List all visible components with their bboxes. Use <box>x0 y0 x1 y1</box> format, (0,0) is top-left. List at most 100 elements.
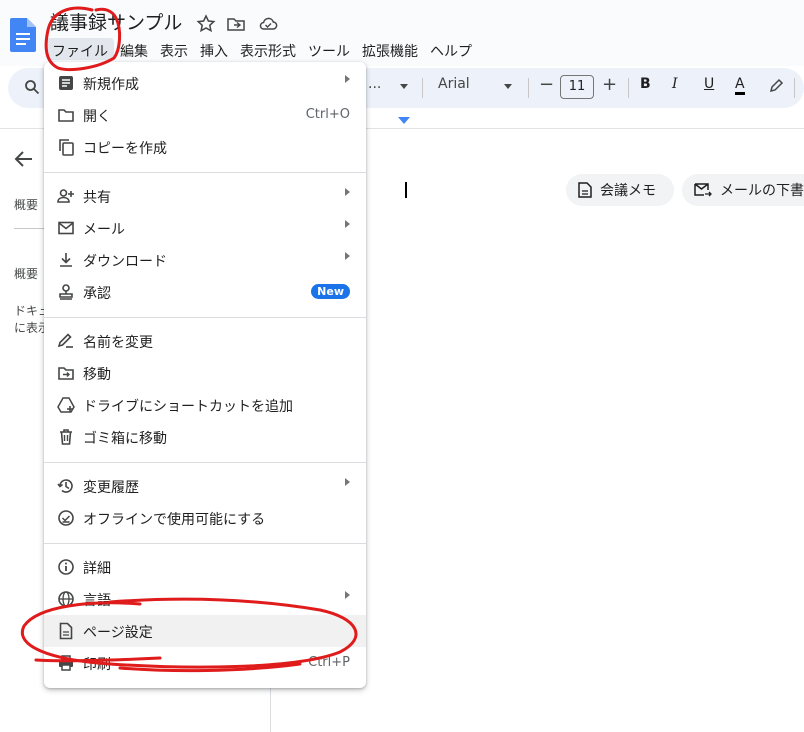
new-badge: New <box>311 284 350 299</box>
font-select[interactable]: Arial <box>438 76 470 92</box>
outline-divider <box>14 228 44 229</box>
docs-logo-icon[interactable] <box>10 18 36 52</box>
menu-item-download[interactable]: ダウンロード <box>44 244 366 276</box>
document-title[interactable]: 議事録サンプル <box>50 8 182 35</box>
decrease-font-size-button[interactable]: − <box>539 74 554 95</box>
submenu-arrow-icon <box>345 220 350 228</box>
menu-item-email[interactable]: メール <box>44 212 366 244</box>
menu-help[interactable]: ヘルプ <box>424 38 478 60</box>
page-icon <box>59 622 73 640</box>
search-menus-icon[interactable] <box>24 79 40 95</box>
menu-item-label: 共有 <box>83 190 111 206</box>
new-doc-icon <box>59 76 73 90</box>
download-icon <box>60 253 72 267</box>
person-add-icon <box>57 189 74 203</box>
submenu-arrow-icon <box>345 252 350 260</box>
menu-item-label: ドライブにショートカットを追加 <box>83 399 293 415</box>
submenu-arrow-icon <box>345 478 350 486</box>
back-arrow-icon[interactable] <box>14 150 34 168</box>
meeting-notes-chip[interactable]: 会議メモ <box>566 174 674 206</box>
toolbar-divider <box>794 78 795 98</box>
star-icon[interactable] <box>196 14 216 34</box>
outline-summary-heading: 概要 <box>14 198 39 212</box>
outline-heading: 概要 <box>14 267 39 281</box>
menu-insert[interactable]: 挿入 <box>194 38 234 60</box>
folder-icon <box>58 109 74 122</box>
toolbar-divider <box>528 78 529 98</box>
menu-item-label: 言語 <box>83 593 111 609</box>
email-forward-icon <box>694 183 712 197</box>
menu-item-print[interactable]: 印刷 Ctrl+P <box>44 647 366 679</box>
bold-button[interactable]: B <box>640 76 651 92</box>
toolbar-divider <box>628 78 629 98</box>
menu-item-copy[interactable]: コピーを作成 <box>44 131 366 163</box>
menu-format[interactable]: 表示形式 <box>234 38 302 60</box>
italic-button[interactable]: I <box>672 76 678 92</box>
info-icon <box>58 559 74 575</box>
menu-item-label: 詳細 <box>83 561 111 577</box>
email-draft-label: メールの下書 <box>720 183 804 199</box>
menu-extensions[interactable]: 拡張機能 <box>356 38 424 60</box>
menu-view[interactable]: 表示 <box>154 38 194 60</box>
toolbar-divider <box>422 78 423 98</box>
menu-item-label: オフラインで使用可能にする <box>83 512 266 528</box>
cloud-saved-icon[interactable] <box>258 14 278 34</box>
increase-font-size-button[interactable]: + <box>602 74 617 95</box>
shortcut-label: Ctrl+P <box>308 655 350 670</box>
menu-item-label: ゴミ箱に移動 <box>83 431 167 447</box>
menu-item-add-shortcut[interactable]: ドライブにショートカットを追加 <box>44 389 366 421</box>
menu-item-page-setup[interactable]: ページ設定 <box>44 615 366 647</box>
highlight-pen-icon[interactable] <box>768 78 784 94</box>
document-icon <box>578 182 592 198</box>
text-color-button[interactable]: A <box>735 76 745 95</box>
menu-item-label: ダウンロード <box>83 254 167 270</box>
approval-stamp-icon <box>59 284 73 300</box>
style-select[interactable]: ... <box>368 76 381 92</box>
file-menu: 新規作成 開く Ctrl+O コピーを作成 共有 メール ダウンロード 承認 N… <box>44 62 366 688</box>
submenu-arrow-icon <box>345 75 350 83</box>
menu-divider <box>44 462 366 463</box>
move-folder-icon <box>58 367 74 380</box>
menu-item-language[interactable]: 言語 <box>44 583 366 615</box>
menu-item-label: 名前を変更 <box>83 335 153 351</box>
menu-item-version-history[interactable]: 変更履歴 <box>44 470 366 502</box>
menu-item-move[interactable]: 移動 <box>44 357 366 389</box>
menu-item-label: 新規作成 <box>83 77 139 93</box>
ruler-indent-marker[interactable] <box>398 117 410 124</box>
menu-edit[interactable]: 編集 <box>114 38 154 60</box>
menu-item-rename[interactable]: 名前を変更 <box>44 325 366 357</box>
menu-item-new[interactable]: 新規作成 <box>44 67 366 99</box>
drive-add-icon <box>57 397 75 413</box>
menu-divider <box>44 172 366 173</box>
menu-item-label: 承認 <box>83 286 111 302</box>
menu-item-trash[interactable]: ゴミ箱に移動 <box>44 421 366 453</box>
rename-pencil-icon <box>57 333 73 348</box>
menu-item-details[interactable]: 詳細 <box>44 551 366 583</box>
menu-item-label: 移動 <box>83 367 111 383</box>
menu-file[interactable]: ファイル <box>46 38 114 60</box>
menu-divider <box>44 543 366 544</box>
menu-item-label: 印刷 <box>83 657 111 673</box>
meeting-notes-label: 会議メモ <box>600 183 656 199</box>
menu-item-share[interactable]: 共有 <box>44 180 366 212</box>
font-size-input[interactable]: 11 <box>560 75 594 99</box>
trash-icon <box>60 429 72 445</box>
menu-item-label: コピーを作成 <box>83 141 167 157</box>
underline-button[interactable]: U <box>704 76 714 92</box>
shortcut-label: Ctrl+O <box>305 107 350 122</box>
submenu-arrow-icon <box>345 188 350 196</box>
text-cursor <box>405 182 407 198</box>
menu-item-open[interactable]: 開く Ctrl+O <box>44 99 366 131</box>
menu-item-label: メール <box>83 222 125 238</box>
menu-bar: ファイル 編集 表示 挿入 表示形式 ツール 拡張機能 ヘルプ <box>46 38 478 60</box>
offline-check-icon <box>58 510 74 526</box>
copy-icon <box>59 139 74 156</box>
style-dropdown-icon[interactable] <box>400 84 408 89</box>
font-dropdown-icon[interactable] <box>504 84 512 89</box>
submenu-arrow-icon <box>345 591 350 599</box>
email-draft-chip[interactable]: メールの下書 <box>682 174 804 206</box>
move-folder-icon[interactable] <box>226 14 246 34</box>
menu-item-approval[interactable]: 承認 New <box>44 276 366 308</box>
menu-item-offline[interactable]: オフラインで使用可能にする <box>44 502 366 534</box>
menu-tools[interactable]: ツール <box>302 38 356 60</box>
